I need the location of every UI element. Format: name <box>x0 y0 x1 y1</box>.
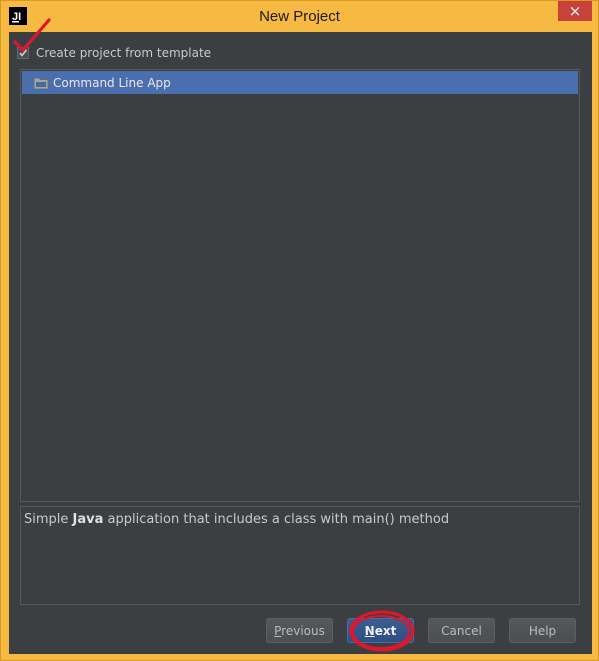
next-button[interactable]: Next <box>347 618 414 643</box>
list-item-label: Command Line App <box>53 75 171 90</box>
next-button-label: Next <box>364 623 397 638</box>
cancel-button[interactable]: Cancel <box>428 618 495 643</box>
checkmark-icon <box>19 49 28 57</box>
dialog-content: Create project from template Command Lin… <box>9 18 592 654</box>
description-suffix: application that includes a class with m… <box>103 512 450 527</box>
previous-button-label: Previous <box>274 623 325 638</box>
help-button[interactable]: Help <box>509 618 576 643</box>
window-title: New Project <box>259 8 340 25</box>
create-from-template-checkbox[interactable]: Create project from template <box>17 44 211 62</box>
close-button[interactable]: × <box>558 1 592 21</box>
cancel-button-label: Cancel <box>441 623 482 638</box>
title-bar[interactable]: JI New Project × <box>1 1 598 32</box>
checkbox-box[interactable] <box>17 47 29 59</box>
previous-button[interactable]: Previous <box>266 618 333 643</box>
close-icon: × <box>568 2 582 20</box>
list-item-command-line-app[interactable]: Command Line App <box>22 71 578 94</box>
template-description: Simple Java application that includes a … <box>20 506 580 605</box>
folder-icon <box>33 76 49 90</box>
new-project-dialog: JI New Project × Create project from tem… <box>0 0 599 661</box>
template-list[interactable]: Command Line App <box>20 69 580 502</box>
help-button-label: Help <box>528 623 557 638</box>
description-prefix: Simple <box>24 512 73 527</box>
create-from-template-label: Create project from template <box>36 46 212 60</box>
description-bold: Java <box>72 512 104 527</box>
